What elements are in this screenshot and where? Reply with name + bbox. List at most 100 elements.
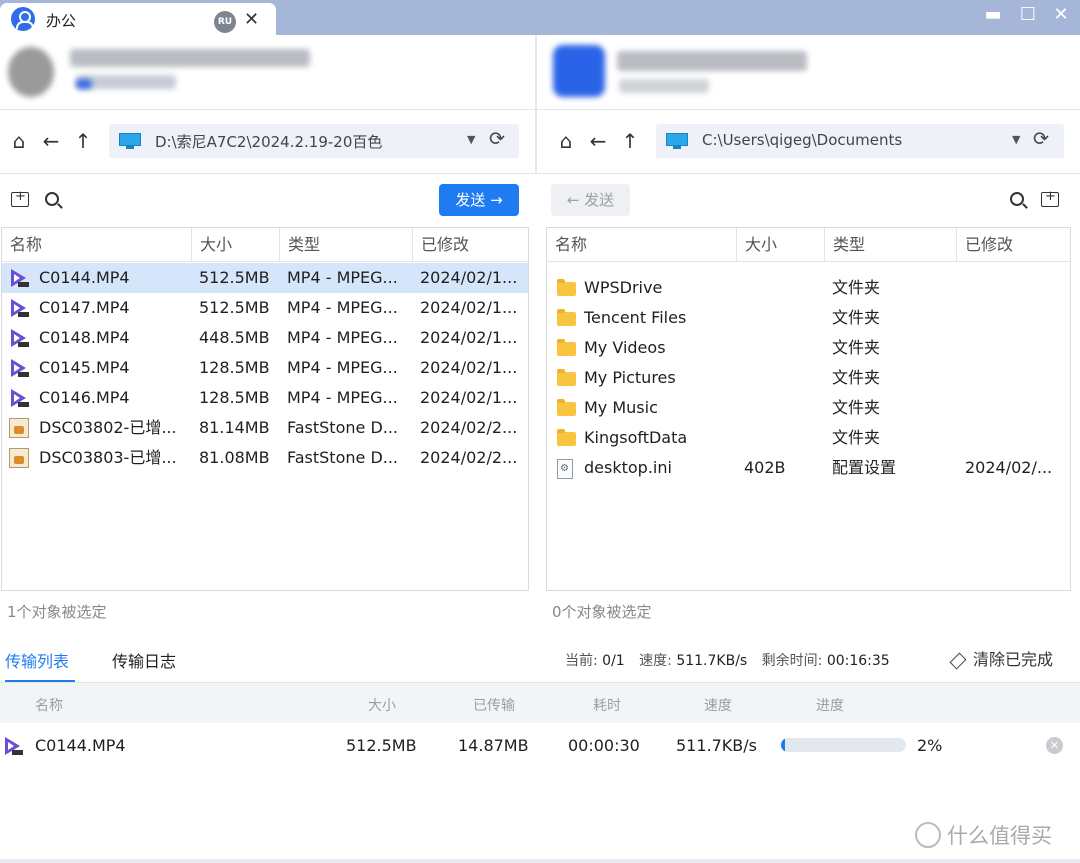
new-folder-icon[interactable] <box>1041 189 1059 207</box>
settings-file-icon <box>557 459 573 479</box>
table-row[interactable]: KingsoftData 文件夹 <box>547 423 1070 453</box>
home-icon[interactable]: ⌂ <box>552 127 580 155</box>
path-dropdown-icon[interactable]: ▼ <box>467 133 475 146</box>
table-row[interactable]: My Videos 文件夹 <box>547 333 1070 363</box>
cancel-transfer-icon[interactable]: ✕ <box>1046 737 1063 754</box>
remaining-time: 00:16:35 <box>826 653 890 669</box>
user-avatar-icon <box>11 7 35 31</box>
table-row[interactable]: DSC03802-已增... 81.14MB FastStone D... 20… <box>2 413 528 443</box>
tab-transfer-log[interactable]: 传输日志 <box>112 648 176 672</box>
table-row[interactable]: C0147.MP4 512.5MB MP4 - MPEG... 2024/02/… <box>2 293 528 323</box>
video-file-icon <box>9 388 29 408</box>
up-arrow-icon[interactable]: ↑ <box>616 127 644 155</box>
total-speed: 511.7KB/s <box>676 653 748 669</box>
table-row[interactable]: WPSDrive 文件夹 <box>547 273 1070 303</box>
local-device-header <box>0 35 535 109</box>
remote-selection-status: 0个对象被选定 <box>552 603 652 621</box>
maximize-button[interactable]: ☐ <box>1011 4 1045 25</box>
image-file-icon <box>9 418 29 438</box>
column-modified[interactable]: 已修改 <box>957 228 1070 262</box>
column-type[interactable]: 类型 <box>280 228 413 262</box>
clear-completed-button[interactable]: 清除已完成 <box>949 646 1053 670</box>
session-tab[interactable]: 办公 RU ✕ <box>0 3 276 35</box>
video-file-icon <box>9 358 29 378</box>
tab-title: 办公 <box>46 12 77 30</box>
eraser-icon <box>949 652 967 669</box>
header-divider <box>535 35 537 173</box>
remote-device-header <box>537 35 1080 109</box>
local-selection-status: 1个对象被选定 <box>7 603 107 621</box>
separator <box>0 173 1080 174</box>
remote-path-field[interactable]: C:\Users\qigeg\Documents ▼ ⟳ <box>656 124 1064 158</box>
video-file-icon <box>9 268 29 288</box>
transfer-row[interactable]: C0144.MP4 512.5MB 14.87MB 00:00:30 511.7… <box>0 730 1080 762</box>
send-button[interactable]: 发送 → <box>439 184 519 216</box>
table-row[interactable]: Tencent Files 文件夹 <box>547 303 1070 333</box>
blurred-remote-id <box>619 79 709 93</box>
local-file-list[interactable]: 名称 大小 类型 已修改 C0144.MP4 512.5MB MP4 - MPE… <box>1 227 529 591</box>
transfer-table-header: 名称 大小 已传输 耗时 速度 进度 <box>0 683 1080 723</box>
folder-icon <box>557 399 576 416</box>
transfer-stats: 当前: 0/1 速度: 511.7KB/s 剩余时间: 00:16:35 <box>565 653 890 669</box>
computer-icon <box>119 133 141 149</box>
remote-file-list[interactable]: 名称 大小 类型 已修改 WPSDrive 文件夹 Tencent Files … <box>546 227 1071 591</box>
transfer-transferred: 14.87MB <box>458 736 529 755</box>
column-type[interactable]: 类型 <box>825 228 957 262</box>
transfer-elapsed: 00:00:30 <box>568 736 640 755</box>
transfer-progress-text: 2% <box>917 736 943 755</box>
path-dropdown-icon[interactable]: ▼ <box>1012 133 1020 146</box>
refresh-icon[interactable]: ⟳ <box>1033 128 1049 150</box>
home-icon[interactable]: ⌂ <box>5 127 33 155</box>
folder-icon <box>557 279 576 296</box>
tab-close-icon[interactable]: ✕ <box>244 9 259 30</box>
remote-path-text: C:\Users\qigeg\Documents <box>702 131 903 149</box>
minimize-button[interactable]: ▬ <box>976 4 1010 25</box>
blurred-remote-name <box>617 51 807 71</box>
table-row[interactable]: C0145.MP4 128.5MB MP4 - MPEG... 2024/02/… <box>2 353 528 383</box>
local-path-text: D:\索尼A7C2\2024.2.19-20百色 <box>155 133 383 151</box>
local-path-field[interactable]: D:\索尼A7C2\2024.2.19-20百色 ▼ ⟳ <box>109 124 519 158</box>
refresh-icon[interactable]: ⟳ <box>489 128 505 150</box>
table-row[interactable]: DSC03803-已增... 81.08MB FastStone D... 20… <box>2 443 528 473</box>
up-arrow-icon[interactable]: ↑ <box>69 127 97 155</box>
column-name: 名称 <box>35 698 63 714</box>
column-size: 大小 <box>368 698 396 714</box>
table-row[interactable]: My Pictures 文件夹 <box>547 363 1070 393</box>
table-row[interactable]: My Music 文件夹 <box>547 393 1070 423</box>
column-name[interactable]: 名称 <box>2 228 192 262</box>
send-back-button[interactable]: ← 发送 <box>551 184 630 216</box>
new-folder-icon[interactable] <box>11 189 29 207</box>
column-progress: 进度 <box>816 698 844 714</box>
column-size[interactable]: 大小 <box>737 228 825 262</box>
table-row[interactable]: C0146.MP4 128.5MB MP4 - MPEG... 2024/02/… <box>2 383 528 413</box>
local-device-avatar <box>8 47 54 97</box>
watermark-logo-icon <box>915 822 941 848</box>
transfer-file-name: C0144.MP4 <box>35 736 126 755</box>
ru-badge: RU <box>214 11 236 33</box>
table-row[interactable]: C0144.MP4 512.5MB MP4 - MPEG... 2024/02/… <box>2 263 528 293</box>
folder-icon <box>557 339 576 356</box>
video-file-icon <box>3 736 23 756</box>
search-icon[interactable] <box>45 192 59 206</box>
close-button[interactable]: ✕ <box>1044 4 1078 25</box>
table-row[interactable]: C0148.MP4 448.5MB MP4 - MPEG... 2024/02/… <box>2 323 528 353</box>
column-elapsed: 耗时 <box>593 698 621 714</box>
separator <box>0 109 1080 110</box>
back-arrow-icon[interactable]: ← <box>37 127 65 155</box>
video-file-icon <box>9 298 29 318</box>
table-header: 名称 大小 类型 已修改 <box>547 228 1070 262</box>
column-modified[interactable]: 已修改 <box>413 228 528 262</box>
search-icon[interactable] <box>1010 192 1024 206</box>
column-size[interactable]: 大小 <box>192 228 280 262</box>
blurred-name <box>70 49 310 67</box>
title-bar: 办公 RU ✕ ▬ ☐ ✕ <box>0 0 1080 35</box>
column-name[interactable]: 名称 <box>547 228 737 262</box>
tab-transfer-list[interactable]: 传输列表 <box>5 648 69 672</box>
remote-device-avatar <box>553 45 605 97</box>
column-transferred: 已传输 <box>473 698 515 714</box>
current-count: 0/1 <box>602 653 625 669</box>
column-speed: 速度 <box>704 698 732 714</box>
blurred-status <box>76 79 92 89</box>
back-arrow-icon[interactable]: ← <box>584 127 612 155</box>
table-row[interactable]: desktop.ini 402B 配置设置 2024/02/... <box>547 453 1070 483</box>
